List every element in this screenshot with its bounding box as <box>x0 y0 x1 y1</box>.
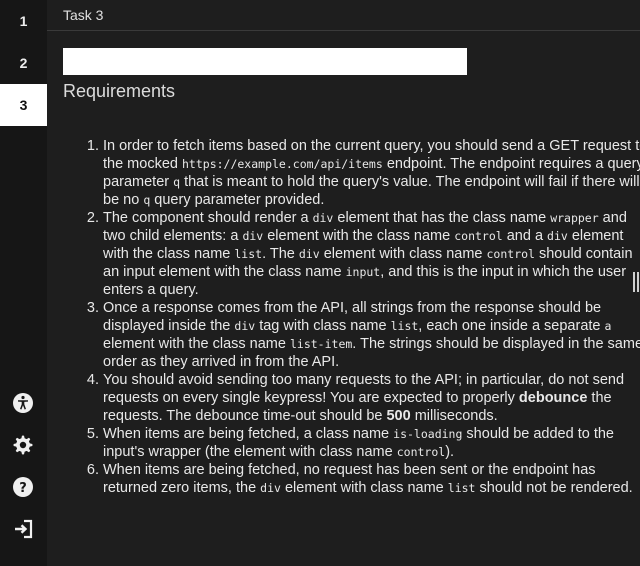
requirement-text: element with the class name <box>263 228 455 244</box>
code-snippet: div <box>547 229 568 243</box>
requirement-item: When items are being fetched, a class na… <box>103 425 640 461</box>
code-snippet: control <box>486 247 535 261</box>
code-snippet: wrapper <box>550 211 599 225</box>
code-snippet: input <box>345 265 381 279</box>
code-snippet: list <box>234 247 263 261</box>
requirement-text: tag with class name <box>255 318 391 334</box>
sidebar-item-label: 2 <box>19 55 28 71</box>
requirement-item: You should avoid sending too many reques… <box>103 371 640 425</box>
requirement-text: element with class name <box>319 246 487 262</box>
sidebar: 1 2 3 ? <box>0 0 47 566</box>
requirement-text: , each one inside a separate <box>418 318 605 334</box>
top-bar: Task 3 <box>47 0 640 31</box>
code-snippet: div <box>312 211 334 225</box>
code-snippet: div <box>298 247 320 261</box>
requirements-list: In order to fetch items based on the cur… <box>63 137 640 497</box>
requirement-item: Once a response comes from the API, all … <box>103 299 640 371</box>
task-title: Task 3 <box>63 7 104 23</box>
svg-text:?: ? <box>19 481 27 496</box>
code-snippet: is-loading <box>393 427 463 441</box>
requirement-text: milliseconds. <box>410 408 498 424</box>
code-snippet: div <box>260 481 281 495</box>
requirement-text: element with class name <box>280 480 448 496</box>
help-icon[interactable]: ? <box>12 476 34 498</box>
code-snippet: list <box>390 319 419 333</box>
code-snippet: control <box>396 445 446 459</box>
code-snippet: control <box>454 229 503 243</box>
code-snippet: div <box>234 319 256 333</box>
bold-text: debounce <box>518 390 588 406</box>
requirement-text: . The <box>262 246 299 262</box>
requirement-text: query parameter provided. <box>150 192 325 208</box>
requirement-text: and a <box>502 228 548 244</box>
code-snippet: list-item <box>289 337 353 351</box>
requirement-text: The component should render a <box>103 210 313 226</box>
task-content: Requirements In order to fetch items bas… <box>47 31 640 566</box>
resize-handle[interactable] <box>633 272 639 292</box>
requirement-text: element with the class name <box>103 336 290 352</box>
requirement-item: When items are being fetched, no request… <box>103 461 640 497</box>
code-snippet: https://example.com/api/items <box>182 157 383 171</box>
accessibility-icon[interactable] <box>12 392 34 414</box>
requirement-text: ). <box>445 444 455 460</box>
sidebar-item-label: 1 <box>19 13 28 29</box>
sidebar-item-2[interactable]: 2 <box>0 42 47 84</box>
sidebar-item-1[interactable]: 1 <box>0 0 47 42</box>
requirement-text: element that has the class name <box>333 210 551 226</box>
code-snippet: div <box>242 229 264 243</box>
sidebar-item-label: 3 <box>19 97 28 113</box>
gear-icon[interactable] <box>12 434 34 456</box>
code-snippet: a <box>604 319 612 333</box>
answer-input[interactable] <box>63 48 467 75</box>
sidebar-item-3[interactable]: 3 <box>0 84 47 126</box>
requirement-text: should not be rendered. <box>475 480 633 496</box>
code-snippet: list <box>447 481 476 495</box>
requirement-item: The component should render a div elemen… <box>103 209 640 299</box>
bold-text: 500 <box>386 408 411 424</box>
sign-in-icon[interactable] <box>12 518 34 540</box>
requirements-heading: Requirements <box>63 81 176 101</box>
requirement-item: In order to fetch items based on the cur… <box>103 137 640 209</box>
requirement-text: When items are being fetched, a class na… <box>103 426 394 442</box>
